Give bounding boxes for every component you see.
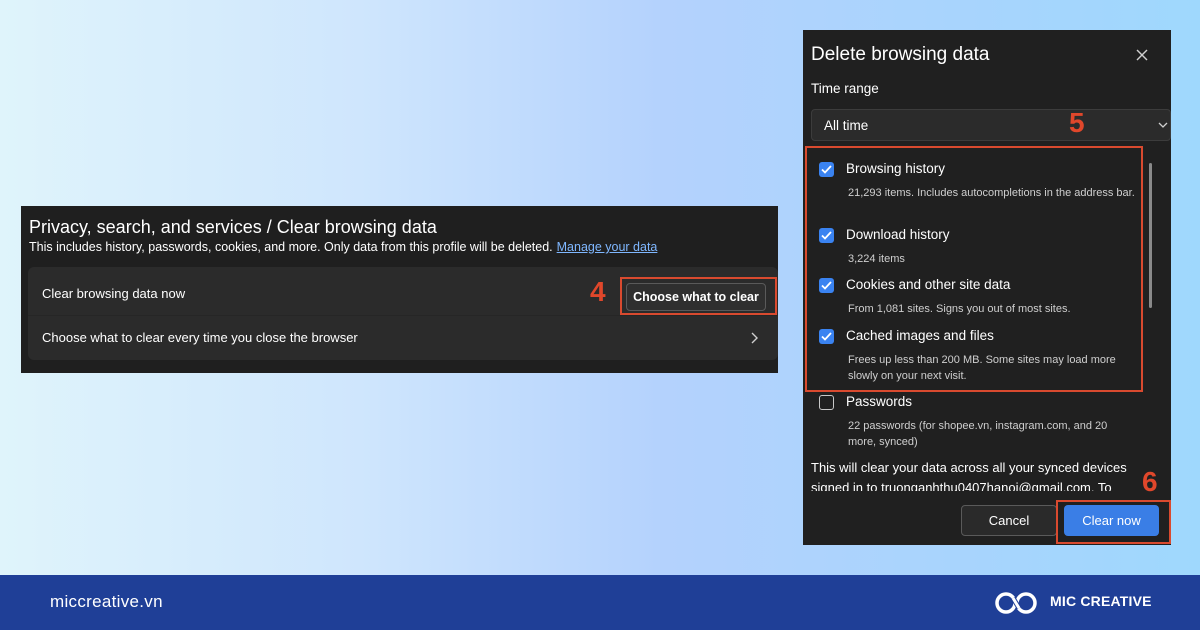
step4-highlight-box [620, 277, 777, 315]
item-label: Passwords [846, 394, 913, 409]
manage-your-data-link[interactable]: Manage your data [557, 240, 658, 254]
clear-data-now-label: Clear browsing data now [42, 286, 186, 301]
footer-bar: miccreative.vn MIC CREATIVE [0, 575, 1200, 630]
chevron-right-icon [751, 332, 758, 344]
dialog-title: Delete browsing data [811, 44, 990, 65]
step-4-marker: 4 [590, 276, 606, 307]
chevron-down-icon [1158, 122, 1168, 128]
time-range-label: Time range [811, 81, 879, 96]
brand-name: MIC CREATIVE [1050, 593, 1152, 609]
cancel-button[interactable]: Cancel [961, 505, 1057, 536]
step-5-marker: 5 [1069, 107, 1085, 138]
settings-description: This includes history, passwords, cookie… [29, 240, 657, 254]
scrollbar[interactable] [1149, 163, 1152, 308]
step5-highlight-box [805, 146, 1143, 392]
mic-creative-logo-icon [995, 592, 1037, 614]
passwords-checkbox[interactable] [819, 395, 834, 410]
close-icon[interactable] [1134, 47, 1150, 63]
page-title: Privacy, search, and services / Clear br… [29, 217, 437, 237]
description-text: This includes history, passwords, cookie… [29, 240, 553, 254]
clear-on-close-row[interactable]: Choose what to clear every time you clos… [28, 316, 778, 360]
time-range-select[interactable]: All time [811, 109, 1171, 141]
site-url: miccreative.vn [50, 592, 163, 611]
item-description: 22 passwords (for shopee.vn, instagram.c… [848, 420, 1108, 448]
step6-highlight-box [1056, 500, 1171, 544]
time-range-value: All time [824, 118, 869, 133]
sync-note: This will clear your data across all you… [811, 460, 1127, 491]
step-6-marker: 6 [1142, 466, 1158, 497]
clear-on-close-label: Choose what to clear every time you clos… [42, 330, 358, 345]
